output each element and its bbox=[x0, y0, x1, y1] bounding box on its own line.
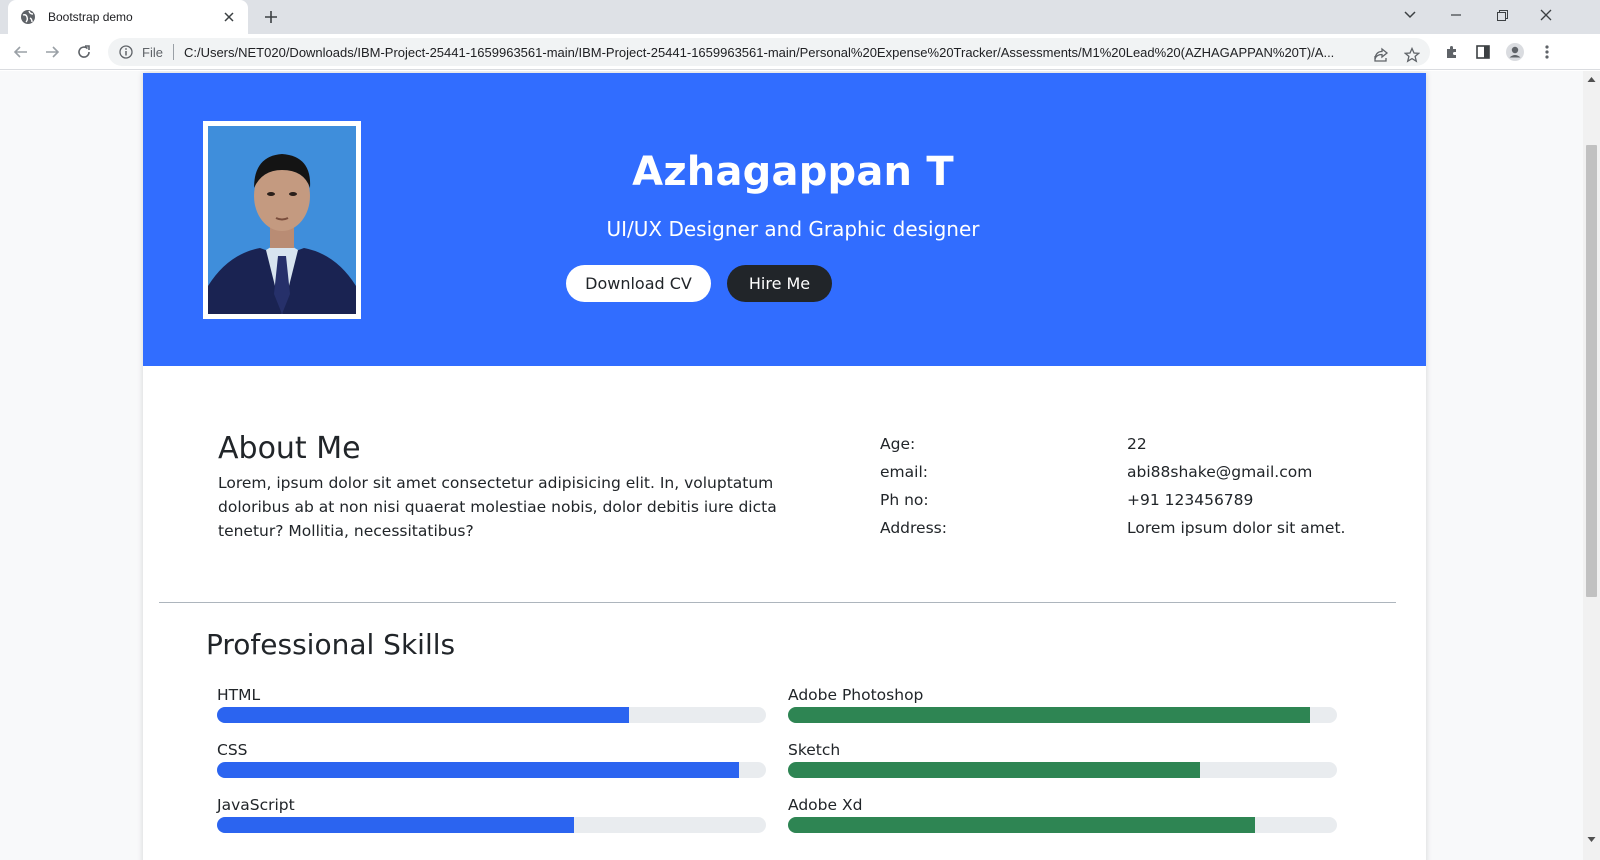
profile-avatar-icon[interactable] bbox=[1503, 40, 1527, 64]
forward-arrow-icon[interactable] bbox=[40, 40, 64, 64]
skill-progress-track bbox=[788, 762, 1337, 778]
tab-title: Bootstrap demo bbox=[48, 10, 133, 24]
skill-name: HTML bbox=[217, 686, 261, 704]
close-icon[interactable] bbox=[220, 8, 238, 26]
hero-job-title: UI/UX Designer and Graphic designer bbox=[606, 217, 980, 241]
info-row: email: abi88shake@gmail.com bbox=[880, 458, 1360, 486]
skill-item: JavaScript bbox=[217, 795, 766, 850]
restore-icon[interactable] bbox=[1480, 0, 1524, 30]
new-tab-button[interactable] bbox=[260, 6, 282, 28]
download-cv-button[interactable]: Download CV bbox=[566, 265, 711, 302]
info-label: Ph no: bbox=[880, 491, 929, 509]
hero-name: Azhagappan T bbox=[632, 149, 954, 195]
reload-icon[interactable] bbox=[72, 40, 96, 64]
info-row: Address: Lorem ipsum dolor sit amet. bbox=[880, 514, 1360, 542]
skill-progress-fill bbox=[788, 762, 1200, 778]
hire-me-button[interactable]: Hire Me bbox=[727, 265, 832, 302]
globe-icon bbox=[20, 9, 36, 25]
skill-name: CSS bbox=[217, 741, 248, 759]
page-scrollbar[interactable] bbox=[1583, 71, 1600, 860]
minimize-icon[interactable] bbox=[1434, 0, 1478, 30]
info-row: Ph no: +91 123456789 bbox=[880, 486, 1360, 514]
skill-progress-track bbox=[217, 762, 766, 778]
skill-progress-fill bbox=[217, 817, 574, 833]
info-row: Age: 22 bbox=[880, 430, 1360, 458]
extensions-puzzle-icon[interactable] bbox=[1440, 40, 1464, 64]
resume-card: Azhagappan T UI/UX Designer and Graphic … bbox=[143, 73, 1426, 860]
skill-progress-track bbox=[788, 707, 1337, 723]
skills-column-right: Adobe Photoshop Sketch Adobe Xd bbox=[788, 685, 1337, 850]
skill-progress-fill bbox=[217, 707, 629, 723]
skill-progress-fill bbox=[788, 817, 1255, 833]
tab-search-chevron-icon[interactable] bbox=[1388, 0, 1432, 30]
skill-progress-fill bbox=[217, 762, 739, 778]
menu-kebab-icon[interactable] bbox=[1535, 40, 1559, 64]
scrollbar-thumb[interactable] bbox=[1586, 145, 1597, 597]
omnibox-separator bbox=[172, 44, 174, 60]
skill-item: Adobe Xd bbox=[788, 795, 1337, 850]
skill-progress-fill bbox=[788, 707, 1310, 723]
side-panel-icon[interactable] bbox=[1471, 40, 1495, 64]
browser-toolbar: File C:/Users/NET020/Downloads/IBM-Proje… bbox=[0, 34, 1600, 70]
info-value: 22 bbox=[1127, 435, 1147, 453]
skill-progress-track bbox=[217, 817, 766, 833]
info-label: email: bbox=[880, 463, 928, 481]
browser-tab[interactable]: Bootstrap demo bbox=[8, 0, 248, 34]
skill-name: Adobe Xd bbox=[788, 796, 863, 814]
address-bar[interactable]: File C:/Users/NET020/Downloads/IBM-Proje… bbox=[108, 38, 1430, 66]
hero-banner: Azhagappan T UI/UX Designer and Graphic … bbox=[143, 73, 1426, 366]
info-value: abi88shake@gmail.com bbox=[1127, 463, 1313, 481]
info-icon[interactable] bbox=[118, 44, 134, 60]
url-text[interactable]: C:/Users/NET020/Downloads/IBM-Project-25… bbox=[184, 45, 1374, 60]
personal-info-table: Age: 22 email: abi88shake@gmail.com Ph n… bbox=[880, 430, 1360, 542]
skill-item: Sketch bbox=[788, 740, 1337, 795]
profile-photo-frame bbox=[203, 121, 361, 319]
about-heading: About Me bbox=[218, 431, 361, 466]
skill-item: CSS bbox=[217, 740, 766, 795]
bookmark-star-icon[interactable] bbox=[1401, 44, 1423, 66]
back-arrow-icon[interactable] bbox=[9, 40, 33, 64]
profile-photo bbox=[208, 126, 356, 314]
skill-item: Adobe Photoshop bbox=[788, 685, 1337, 740]
info-label: Age: bbox=[880, 435, 916, 453]
share-icon[interactable] bbox=[1370, 44, 1392, 66]
skill-item: HTML bbox=[217, 685, 766, 740]
info-value: +91 123456789 bbox=[1127, 491, 1254, 509]
skill-name: JavaScript bbox=[217, 796, 295, 814]
section-divider bbox=[159, 602, 1396, 603]
page-viewport: Azhagappan T UI/UX Designer and Graphic … bbox=[0, 71, 1583, 860]
scroll-up-arrow-icon[interactable] bbox=[1587, 75, 1596, 84]
info-label: Address: bbox=[880, 519, 947, 537]
skill-progress-track bbox=[217, 707, 766, 723]
skills-column-left: HTML CSS JavaScript bbox=[217, 685, 766, 850]
browser-tab-bar: Bootstrap demo bbox=[0, 0, 1600, 34]
info-value: Lorem ipsum dolor sit amet. bbox=[1127, 519, 1346, 537]
url-scheme-label: File bbox=[142, 44, 163, 60]
about-text: Lorem, ipsum dolor sit amet consectetur … bbox=[218, 474, 777, 540]
window-close-icon[interactable] bbox=[1524, 0, 1568, 30]
skill-name: Adobe Photoshop bbox=[788, 686, 924, 704]
scroll-down-arrow-icon[interactable] bbox=[1587, 835, 1596, 844]
skill-name: Sketch bbox=[788, 741, 841, 759]
skills-heading: Professional Skills bbox=[206, 628, 456, 661]
skill-progress-track bbox=[788, 817, 1337, 833]
